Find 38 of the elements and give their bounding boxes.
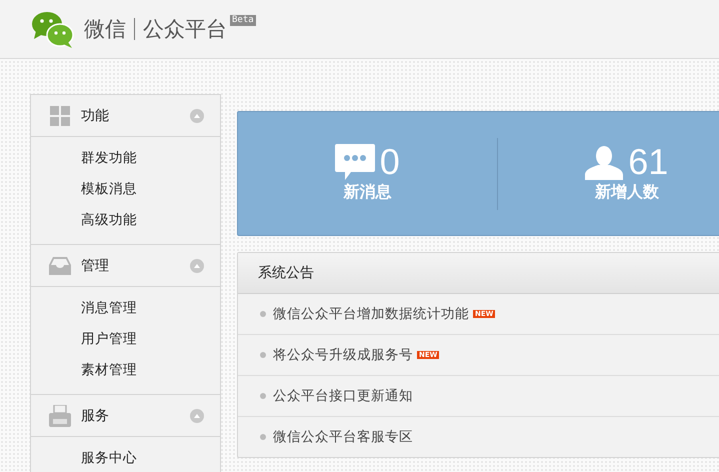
stat-label: 新增人数: [594, 182, 659, 203]
notice-link[interactable]: 微信公众平台增加数据统计功能: [273, 305, 469, 323]
section-title: 管理: [81, 256, 110, 274]
sidebar-section-header[interactable]: 服务: [31, 394, 220, 437]
product-name: 公众平台: [143, 16, 227, 43]
message-icon: [334, 144, 375, 180]
sidebar-item[interactable]: 素材管理: [31, 355, 220, 386]
sidebar-item[interactable]: 高级功能: [31, 205, 220, 236]
inbox-icon: [49, 256, 71, 274]
sidebar-item[interactable]: 群发功能: [31, 143, 220, 174]
sidebar-item[interactable]: 消息管理: [31, 293, 220, 324]
panel-title: 系统公告: [258, 264, 314, 282]
collapse-icon[interactable]: [190, 258, 204, 272]
grid-icon: [49, 106, 71, 126]
stat-value: 61: [628, 144, 668, 180]
stat-value: 0: [380, 144, 400, 180]
sidebar-item[interactable]: 用户管理: [31, 324, 220, 355]
notice-link[interactable]: 微信公众平台客服专区: [273, 428, 413, 446]
bullet-icon: [260, 311, 266, 317]
bullet-icon: [260, 393, 266, 399]
collapse-icon[interactable]: [190, 108, 204, 122]
collapse-icon[interactable]: [190, 408, 204, 422]
printer-icon: [49, 404, 71, 426]
notice-link[interactable]: 将公众号升级成服务号: [273, 346, 413, 364]
section-title: 服务: [81, 406, 110, 424]
beta-badge: Beta: [230, 15, 256, 26]
bullet-icon: [260, 352, 266, 358]
sidebar-section-header[interactable]: 功能: [31, 95, 220, 137]
sidebar-item[interactable]: 服务中心: [31, 443, 220, 472]
section-title: 功能: [81, 106, 110, 124]
user-icon: [585, 146, 624, 180]
bullet-icon: [260, 434, 266, 440]
stat-label: 新消息: [343, 182, 392, 203]
chat-bubbles-logo-icon: [30, 9, 76, 49]
notice-link[interactable]: 公众平台接口更新通知: [273, 387, 413, 405]
brand-name: 微信: [84, 16, 126, 43]
sidebar-section-header[interactable]: 管理: [31, 244, 220, 287]
sidebar-item[interactable]: 模板消息: [31, 174, 220, 205]
